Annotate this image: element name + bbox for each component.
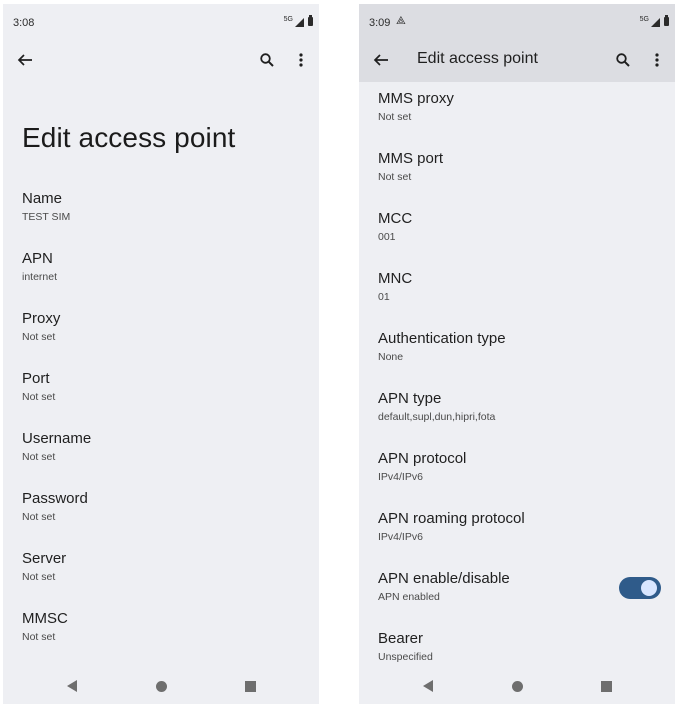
navigation-bar [359, 668, 675, 704]
list-item-title: Authentication type [378, 330, 506, 347]
list-item-title: MMSC [22, 610, 68, 627]
list-item-title: Username [22, 430, 92, 447]
nav-back-icon[interactable] [57, 668, 87, 704]
navigation-bar [3, 668, 319, 704]
list-item-summary: Not set [22, 391, 56, 403]
network-type-label: 5G [639, 16, 649, 23]
list-item-summary: Not set [22, 451, 56, 463]
list-item-summary: Unspecified [378, 651, 433, 663]
list-item[interactable]: Name TEST SIM [3, 188, 319, 248]
signal-icon [651, 18, 660, 27]
status-time: 3:08 [13, 17, 35, 29]
list-item-summary: None [378, 351, 404, 363]
list-item[interactable]: Port Not set [3, 368, 319, 428]
back-icon[interactable] [13, 48, 37, 72]
list-item-summary: 01 [378, 291, 390, 303]
list-item[interactable]: Password Not set [3, 488, 319, 548]
list-item[interactable]: APN internet [3, 248, 319, 308]
toolbar-title: Edit access point [417, 50, 538, 67]
nav-recents-icon[interactable] [235, 668, 265, 704]
list-item-summary: 001 [378, 231, 396, 243]
list-item-title: MNC [378, 270, 413, 287]
list-item[interactable]: APN protocol IPv4/IPv6 [359, 448, 675, 508]
list-item-title: Password [22, 490, 88, 507]
list-item[interactable]: Proxy Not set [3, 308, 319, 368]
phone-screen-left: 3:08 5G Edit access point Name TEST SIM AP… [3, 4, 319, 704]
list-item-title: MMS proxy [378, 90, 454, 107]
list-item-summary: Not set [22, 571, 56, 583]
sync-icon: ⟁ [396, 15, 406, 27]
list-item[interactable]: Authentication type None [359, 328, 675, 388]
list-item[interactable]: APN enable/disable APN enabled [359, 568, 675, 628]
nav-home-icon[interactable] [502, 668, 532, 704]
list-item[interactable]: MMS proxy Not set [359, 88, 675, 148]
list-item-title: Proxy [22, 310, 61, 327]
nav-home-icon[interactable] [146, 668, 176, 704]
list-item-title: APN roaming protocol [378, 510, 525, 527]
phone-screen-right: 3:09 ⟁ 5G Edit access point MMS proxy Not… [359, 4, 675, 704]
list-item-title: APN type [378, 390, 442, 407]
nav-recents-icon[interactable] [591, 668, 621, 704]
list-item-title: Server [22, 550, 67, 567]
back-icon[interactable] [369, 48, 393, 72]
list-item[interactable]: APN type default,supl,dun,hipri,fota [359, 388, 675, 448]
more-options-icon[interactable] [645, 48, 669, 72]
search-icon[interactable] [255, 48, 279, 72]
nav-back-icon[interactable] [413, 668, 443, 704]
list-item-title: APN protocol [378, 450, 467, 467]
list-item-summary: Not set [22, 331, 56, 343]
list-item[interactable]: Server Not set [3, 548, 319, 608]
page-title: Edit access point [22, 122, 236, 153]
search-icon[interactable] [611, 48, 635, 72]
list-item-summary: IPv4/IPv6 [378, 531, 423, 543]
signal-icon [295, 18, 304, 27]
list-item-title: APN [22, 250, 53, 267]
more-options-icon[interactable] [289, 48, 313, 72]
battery-icon [308, 15, 313, 26]
settings-list: MMS proxy Not set MMS port Not set MCC 001 MNC… [359, 88, 675, 688]
list-item-title: MMS port [378, 150, 444, 167]
list-item-title: Bearer [378, 630, 424, 647]
list-item[interactable]: MMS port Not set [359, 148, 675, 208]
list-item-summary: Not set [22, 511, 56, 523]
list-item[interactable]: MCC 001 [359, 208, 675, 268]
status-bar: 3:09 ⟁ 5G [359, 4, 675, 40]
apn-enable-toggle[interactable] [619, 577, 661, 599]
toggle-knob [641, 580, 657, 596]
list-item-summary: default,supl,dun,hipri,fota [378, 411, 496, 423]
list-item[interactable]: MMSC Not set [3, 608, 319, 668]
list-item-title: MCC [378, 210, 413, 227]
list-item[interactable]: APN roaming protocol IPv4/IPv6 [359, 508, 675, 568]
status-time: 3:09 [369, 17, 391, 29]
list-item-summary: Not set [22, 631, 56, 643]
list-item-summary: internet [22, 271, 58, 283]
list-item-summary: APN enabled [378, 591, 440, 603]
list-item-title: Name [22, 190, 63, 207]
list-item[interactable]: MNC 01 [359, 268, 675, 328]
list-item-summary: Not set [378, 111, 412, 123]
settings-list: Name TEST SIM APN internet Proxy Not set Port N… [3, 188, 319, 704]
list-item[interactable]: Username Not set [3, 428, 319, 488]
status-bar: 3:08 5G [3, 4, 319, 40]
list-item-title: Port [22, 370, 50, 387]
list-item-title: APN enable/disable [378, 570, 510, 587]
battery-icon [664, 15, 669, 26]
list-item-summary: TEST SIM [22, 211, 71, 223]
list-item-summary: Not set [378, 171, 412, 183]
network-type-label: 5G [283, 16, 293, 23]
list-item-summary: IPv4/IPv6 [378, 471, 423, 483]
